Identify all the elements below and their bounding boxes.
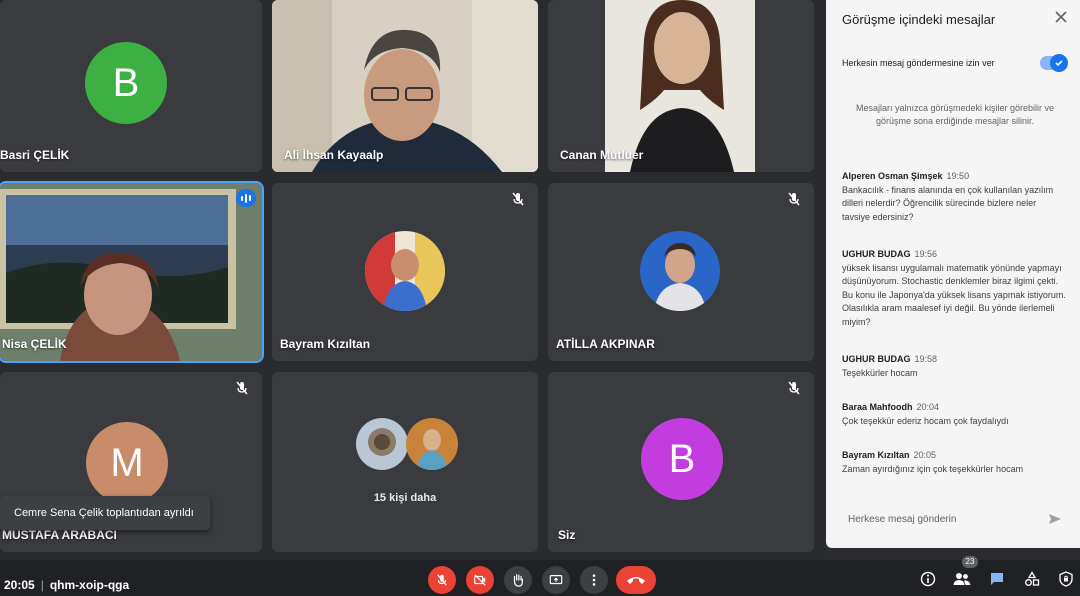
participant-name: Ali İhsan Kayaalp: [284, 148, 384, 162]
message-text: Çok teşekkür ederiz hocam çok faydalıydı: [842, 415, 1009, 426]
participants-button[interactable]: [952, 569, 972, 589]
mic-off-icon: [788, 381, 800, 395]
self-tile[interactable]: B Siz: [548, 372, 814, 552]
meeting-time: 20:05: [4, 578, 35, 592]
participant-video: [0, 183, 262, 361]
mic-off-icon: [512, 192, 524, 206]
more-options-icon: [592, 574, 596, 586]
chat-button[interactable]: [987, 569, 1007, 589]
mic-toggle-button[interactable]: [428, 566, 456, 594]
message-sender: Baraa Mahfoodh: [842, 402, 913, 412]
meeting-code: qhm-xoip-qga: [49, 578, 130, 592]
permission-label: Herkesin mesaj göndermesine izin ver: [842, 58, 995, 68]
more-participants-label: 15 kişi daha: [373, 492, 437, 504]
chat-message: UGHUR BUDAG 19:58 Teşekkürler hocam: [842, 353, 1066, 380]
avatar: [406, 418, 458, 470]
message-sender: Bayram Kızıltan: [842, 450, 910, 460]
participant-name: Bayram Kızıltan: [280, 337, 371, 351]
check-icon: [1050, 54, 1068, 72]
chat-message: Bayram Kızıltan 20:05 Zaman ayırdığınız i…: [842, 449, 1066, 476]
host-controls-button[interactable]: [1056, 569, 1076, 589]
avatar: M: [86, 422, 168, 504]
chat-panel: Görüşme içindeki mesajlar Herkesin mesaj…: [826, 0, 1080, 548]
participant-name: Siz: [558, 528, 576, 542]
present-screen-icon: [549, 575, 563, 585]
participant-count-badge: 23: [962, 556, 978, 568]
message-text: yüksek lisansı uygulamalı matematik yönü…: [842, 262, 1066, 327]
participant-tile-ali[interactable]: Ali İhsan Kayaalp: [272, 0, 538, 172]
participant-video: [605, 0, 755, 172]
people-icon: [953, 573, 971, 585]
chat-notice: Mesajları yalnızca görüşmedeki kişiler g…: [855, 103, 1055, 126]
allow-messages-toggle[interactable]: [1040, 54, 1068, 72]
avatar: [365, 231, 445, 311]
separator: |: [40, 578, 44, 592]
video-grid: B Basri ÇELİK Ali İhsan Kayaalp Canan Mu…: [0, 0, 825, 560]
mic-off-icon: [788, 192, 800, 206]
meeting-info: 20:05 | qhm-xoip-qga: [4, 578, 129, 592]
avatar: [356, 418, 408, 470]
message-sender: UGHUR BUDAG: [842, 249, 911, 259]
raise-hand-button[interactable]: [504, 566, 532, 594]
participant-tile-atilla[interactable]: ATİLLA AKPINAR: [548, 183, 814, 361]
participant-name: Basri ÇELİK: [0, 148, 70, 162]
message-time: 20:05: [913, 450, 937, 460]
activities-button[interactable]: [1022, 569, 1042, 589]
info-icon: [920, 571, 936, 587]
chat-icon: [991, 573, 1003, 585]
participant-name: Nisa ÇELİK: [2, 337, 67, 351]
camera-off-icon: [474, 574, 486, 586]
participant-video: [272, 0, 538, 172]
message-time: 20:04: [916, 402, 940, 412]
bottom-toolbar: 20:05 | qhm-xoip-qga: [0, 560, 1080, 596]
more-participants-tile[interactable]: 15 kişi daha: [272, 372, 538, 552]
chat-message: UGHUR BUDAG 19:56 yüksek lisansı uygulama…: [842, 248, 1066, 329]
chat-message-input[interactable]: Herkese mesaj gönderin: [836, 504, 1070, 534]
avatar: B: [85, 42, 167, 124]
camera-toggle-button[interactable]: [466, 566, 494, 594]
hang-up-icon: [627, 577, 645, 584]
message-time: 19:56: [914, 249, 938, 259]
message-time: 19:58: [914, 354, 938, 364]
activities-icon: [1025, 571, 1040, 586]
raise-hand-icon: [513, 574, 523, 587]
message-sender: Alperen Osman Şimşek: [842, 171, 943, 181]
message-text: Teşekkürler hocam: [842, 367, 918, 378]
participant-name: ATİLLA AKPINAR: [556, 337, 655, 351]
chat-title: Görüşme içindeki mesajlar: [842, 12, 996, 27]
message-time: 19:50: [946, 171, 970, 181]
participant-name: Canan Mutluer: [560, 148, 644, 162]
speaking-indicator-icon: [236, 189, 256, 207]
chat-message: Alperen Osman Şimşek 19:50 Bankacılık - f…: [842, 170, 1066, 224]
participant-name: MUSTAFA ARABACI: [2, 528, 117, 542]
chat-message: Baraa Mahfoodh 20:04 Çok teşekkür ederiz …: [842, 401, 1066, 428]
participant-tile-bayram[interactable]: Bayram Kızıltan: [272, 183, 538, 361]
participant-tile-nisa[interactable]: Nisa ÇELİK: [0, 181, 264, 363]
message-text: Bankacılık - finans alanında en çok kull…: [842, 184, 1054, 222]
notification-toast: Cemre Sena Çelik toplantıdan ayrıldı: [0, 496, 210, 530]
avatar: B: [641, 418, 723, 500]
message-text: Zaman ayırdığınız için çok teşekkürler h…: [842, 463, 1024, 474]
participant-tile-basri[interactable]: B Basri ÇELİK: [0, 0, 262, 172]
participant-tile-canan[interactable]: Canan Mutluer: [548, 0, 814, 172]
message-sender: UGHUR BUDAG: [842, 354, 911, 364]
mic-off-icon: [437, 574, 447, 586]
present-screen-button[interactable]: [542, 566, 570, 594]
more-options-button[interactable]: [580, 566, 608, 594]
host-controls-icon: [1059, 571, 1073, 587]
meeting-details-button[interactable]: [918, 569, 938, 589]
avatar: [640, 231, 720, 311]
hang-up-button[interactable]: [616, 566, 656, 594]
close-icon[interactable]: [1054, 10, 1068, 24]
mic-off-icon: [236, 381, 248, 395]
send-icon[interactable]: [1048, 512, 1062, 526]
